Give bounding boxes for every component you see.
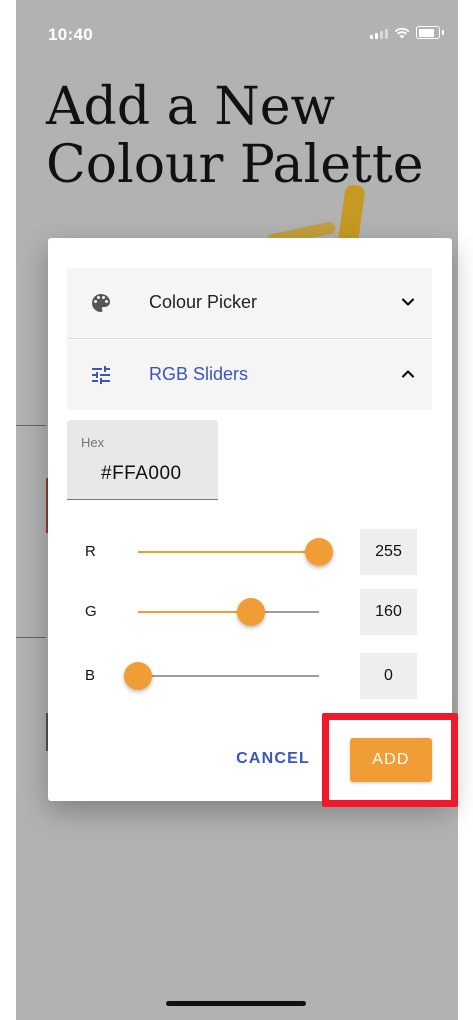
add-button-highlight: [322, 713, 458, 807]
wifi-icon: [394, 27, 410, 38]
rgb-sliders-label: RGB Sliders: [149, 364, 249, 384]
blue-slider-thumb[interactable]: [124, 662, 152, 690]
blue-slider-row: B 0: [48, 653, 452, 699]
red-slider-row: R 255: [48, 529, 452, 575]
status-bar: 10:40: [16, 0, 458, 70]
colour-picker-label: Colour Picker: [149, 292, 258, 312]
red-slider-label: R: [85, 543, 96, 560]
status-icons: [370, 26, 444, 39]
red-slider[interactable]: [138, 538, 333, 566]
hex-input-value: #FFA000: [101, 463, 182, 484]
chevron-up-icon: [401, 370, 415, 378]
blue-slider-label: B: [85, 667, 96, 684]
panel-divider: [67, 338, 432, 339]
green-slider-label: G: [85, 603, 97, 620]
green-slider[interactable]: [138, 598, 319, 626]
hex-input[interactable]: Hex #FFA000: [67, 420, 218, 500]
status-time: 10:40: [48, 25, 93, 44]
blue-value-field[interactable]: 0: [360, 653, 417, 699]
cancel-button[interactable]: CANCEL: [228, 744, 318, 774]
red-slider-thumb[interactable]: [305, 538, 333, 566]
green-slider-row: G 160: [48, 589, 452, 635]
chevron-down-icon: [401, 298, 415, 306]
red-value-field[interactable]: 255: [360, 529, 417, 575]
battery-icon: [416, 26, 440, 39]
cellular-signal-icon: [370, 27, 388, 39]
palette-icon: [92, 294, 110, 312]
home-indicator[interactable]: [166, 1001, 306, 1006]
green-slider-fill: [138, 611, 252, 613]
green-value-field[interactable]: 160: [360, 589, 417, 635]
blue-slider[interactable]: [124, 662, 319, 690]
rgb-sliders-panel-header[interactable]: RGB Sliders: [67, 340, 432, 410]
hex-input-label: Hex: [81, 435, 105, 450]
tune-icon: [92, 366, 110, 384]
green-slider-thumb[interactable]: [237, 598, 266, 626]
colour-picker-panel-header[interactable]: Colour Picker: [67, 268, 432, 338]
page-title: Add a New Colour Palette: [46, 77, 424, 195]
red-slider-fill: [138, 551, 319, 553]
